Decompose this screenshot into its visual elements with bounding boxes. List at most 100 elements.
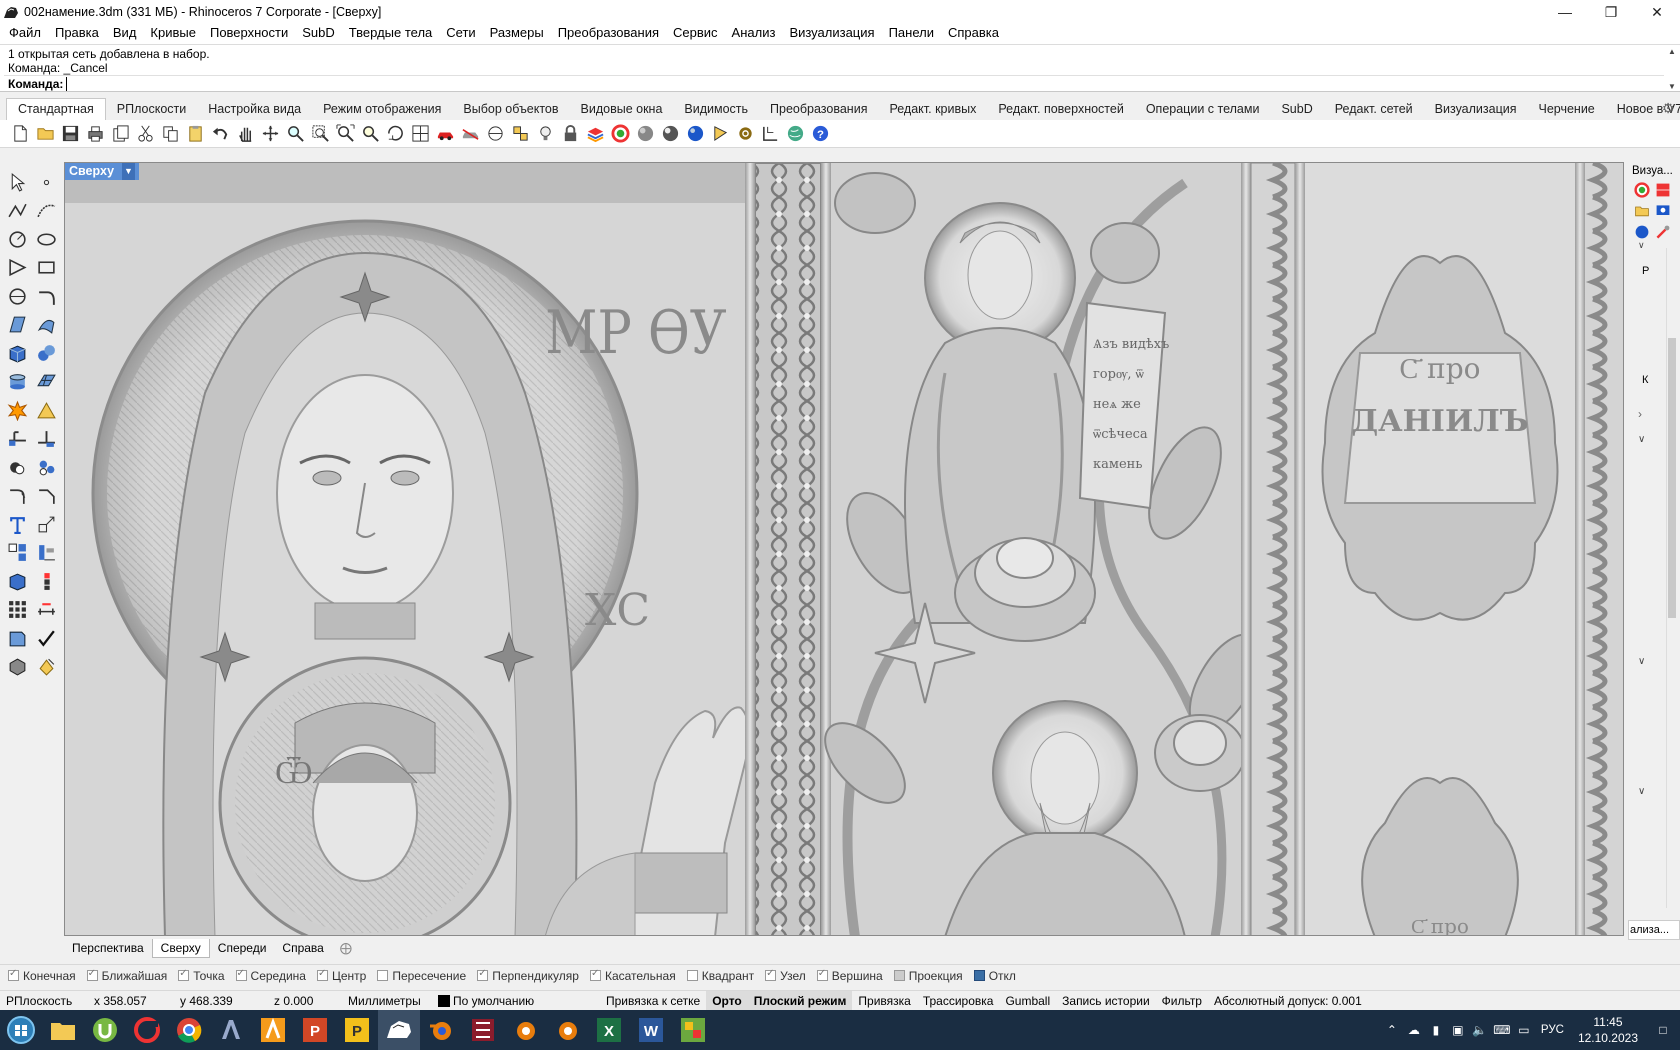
tab-curve-tools[interactable]: Редакт. кривых bbox=[878, 99, 987, 120]
blender-2-icon[interactable] bbox=[504, 1010, 546, 1050]
zoom-selected-icon[interactable] bbox=[358, 122, 383, 146]
checkbox[interactable] bbox=[8, 968, 19, 981]
sphere-icon[interactable] bbox=[633, 122, 658, 146]
cut-icon[interactable] bbox=[133, 122, 158, 146]
cplane-status[interactable]: РПлоскость bbox=[0, 991, 88, 1011]
cylinder-icon[interactable] bbox=[3, 368, 32, 397]
rotate-view-icon[interactable] bbox=[258, 122, 283, 146]
text-icon[interactable] bbox=[3, 510, 32, 539]
properties-icon[interactable] bbox=[708, 122, 733, 146]
rhino-app-icon[interactable] bbox=[2, 3, 20, 21]
box-edit-icon[interactable] bbox=[3, 567, 32, 596]
texture-folder-icon[interactable] bbox=[1634, 203, 1654, 223]
command-scrollbar[interactable]: ▲ ▼ bbox=[1666, 47, 1678, 91]
gumball-toggle[interactable]: Gumball bbox=[999, 991, 1056, 1011]
tab-surface-tools[interactable]: Редакт. поверхностей bbox=[987, 99, 1134, 120]
help-icon[interactable]: ? bbox=[808, 122, 833, 146]
media-icon[interactable] bbox=[462, 1010, 504, 1050]
print-icon[interactable] bbox=[83, 122, 108, 146]
scrollbar-thumb[interactable] bbox=[1668, 338, 1676, 618]
menu-help[interactable]: Справка bbox=[941, 22, 1006, 44]
menu-analyze[interactable]: Анализ bbox=[725, 22, 783, 44]
menu-surfaces[interactable]: Поверхности bbox=[203, 22, 295, 44]
tab-drafting[interactable]: Черчение bbox=[1528, 99, 1606, 120]
car-icon[interactable] bbox=[433, 122, 458, 146]
dims-icon[interactable] bbox=[32, 596, 61, 625]
menu-view[interactable]: Вид bbox=[106, 22, 144, 44]
checkbox[interactable] bbox=[893, 970, 905, 981]
osnap-mid[interactable]: Середина bbox=[235, 968, 306, 983]
rhino-icon[interactable] bbox=[378, 1010, 420, 1050]
minimize-button[interactable]: — bbox=[1542, 0, 1588, 24]
relief-model-render[interactable]: Ѿ МР ѲУ ХС Ѧзъ видѣхъ горѹ, ѿ неѧ же ѿсѣ… bbox=[65, 163, 1624, 936]
panel-scrollbar[interactable] bbox=[1666, 248, 1676, 908]
top-viewport[interactable]: Ѿ МР ѲУ ХС Ѧзъ видѣхъ горѹ, ѿ неѧ же ѿсѣ… bbox=[64, 162, 1624, 936]
osnap-point[interactable]: Точка bbox=[178, 968, 225, 983]
close-button[interactable]: ✕ bbox=[1634, 0, 1680, 24]
planar-toggle[interactable]: Плоский режим bbox=[747, 990, 853, 1011]
checkbox[interactable] bbox=[178, 968, 190, 981]
select-arrow-icon[interactable] bbox=[3, 168, 32, 197]
osnap-vertex[interactable]: Вершина bbox=[816, 968, 883, 983]
group-icon[interactable] bbox=[32, 453, 61, 482]
checkbox[interactable] bbox=[86, 968, 98, 981]
ellipse-icon[interactable] bbox=[3, 282, 32, 311]
grid-array-icon[interactable] bbox=[3, 596, 32, 625]
osnap-knot[interactable]: Узел bbox=[765, 968, 806, 983]
layers-icon[interactable] bbox=[583, 122, 608, 146]
import-icon[interactable] bbox=[108, 122, 133, 146]
zoom-window-icon[interactable] bbox=[308, 122, 333, 146]
tab-cplanes[interactable]: РПлоскости bbox=[106, 99, 197, 120]
arc-icon[interactable] bbox=[32, 225, 61, 254]
artcam-icon[interactable] bbox=[210, 1010, 252, 1050]
utorrent-icon[interactable] bbox=[84, 1010, 126, 1050]
menu-edit[interactable]: Правка bbox=[48, 22, 106, 44]
tab-top[interactable]: Сверху bbox=[151, 938, 210, 958]
tab-subd-tools[interactable]: SubD bbox=[1270, 99, 1323, 120]
tab-transform[interactable]: Преобразования bbox=[759, 99, 878, 120]
checkbox[interactable] bbox=[765, 968, 777, 981]
menu-render[interactable]: Визуализация bbox=[782, 22, 881, 44]
tab-mesh-tools[interactable]: Редакт. сетей bbox=[1324, 99, 1424, 120]
save-icon[interactable] bbox=[58, 122, 83, 146]
gear-icon[interactable]: ⚙ bbox=[1660, 100, 1676, 116]
osnap-end[interactable]: Конечная bbox=[8, 968, 76, 983]
earth-icon[interactable] bbox=[783, 122, 808, 146]
spiral-icon[interactable] bbox=[32, 282, 61, 311]
zoom-icon[interactable] bbox=[283, 122, 308, 146]
menu-file[interactable]: Файл bbox=[2, 22, 48, 44]
blocks-icon[interactable] bbox=[32, 567, 61, 596]
display-icon[interactable]: ▭ bbox=[1513, 1023, 1535, 1037]
history-toggle[interactable]: Запись истории bbox=[1056, 991, 1156, 1011]
osnap-perpendicular[interactable]: Перпендикуляр bbox=[477, 968, 579, 983]
zoom-dynamic-icon[interactable] bbox=[383, 122, 408, 146]
extrude-icon[interactable] bbox=[32, 396, 61, 425]
render-panel-tab[interactable]: ализа... bbox=[1628, 920, 1680, 940]
box-icon[interactable] bbox=[3, 339, 32, 368]
checkbox[interactable] bbox=[589, 968, 601, 981]
chevron-down-icon[interactable]: ∨ bbox=[1638, 786, 1645, 797]
tab-perspective[interactable]: Перспектива bbox=[64, 939, 152, 957]
curve-points-icon[interactable] bbox=[32, 197, 61, 226]
osnap-near[interactable]: Ближайшая bbox=[86, 968, 167, 983]
screen-icon[interactable] bbox=[1655, 203, 1675, 223]
chevron-up-icon[interactable]: ▲ bbox=[1668, 47, 1676, 56]
array-icon[interactable] bbox=[3, 539, 32, 568]
boolean-icon[interactable] bbox=[3, 453, 32, 482]
grid-snap-toggle[interactable]: Привязка к сетке bbox=[600, 991, 706, 1011]
command-input[interactable] bbox=[66, 76, 1567, 91]
menu-solids[interactable]: Твердые тела bbox=[342, 22, 439, 44]
aimp-icon[interactable] bbox=[252, 1010, 294, 1050]
fillet-icon[interactable] bbox=[3, 482, 32, 511]
rectangle-icon[interactable] bbox=[32, 254, 61, 283]
tools-icon[interactable] bbox=[1655, 224, 1675, 244]
menu-transform[interactable]: Преобразования bbox=[551, 22, 666, 44]
keyboard-icon[interactable]: ⌨ bbox=[1491, 1023, 1513, 1037]
chevron-down-icon[interactable]: ▼ bbox=[122, 163, 135, 180]
viewport-title[interactable]: Сверху bbox=[69, 163, 114, 180]
filter-toggle[interactable]: Фильтр bbox=[1156, 991, 1208, 1011]
menu-meshes[interactable]: Сети bbox=[439, 22, 482, 44]
new-file-icon[interactable] bbox=[8, 122, 33, 146]
start-orb-icon[interactable] bbox=[0, 1010, 42, 1050]
tab-viewport-layout[interactable]: Видовые окна bbox=[570, 99, 674, 120]
